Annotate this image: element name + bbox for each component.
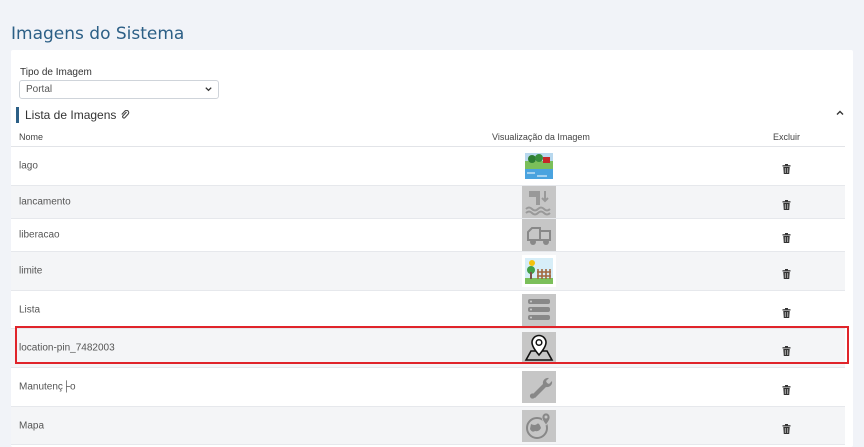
table-row: location-pin_7482003 (11, 329, 845, 368)
table-row: limite (11, 252, 845, 291)
image-name: location-pin_7482003 (19, 342, 115, 354)
table-body: lago lancamento liberacao limite Lista locati… (11, 147, 845, 445)
image-type-label: Tipo de Imagem (20, 67, 92, 78)
water-drain-icon (522, 186, 556, 218)
column-preview: Visualização da Imagem (492, 132, 590, 142)
trash-icon[interactable] (782, 266, 791, 279)
trash-icon[interactable] (782, 305, 791, 318)
image-type-selected: Portal (26, 84, 53, 95)
list-icon (522, 293, 556, 326)
column-name: Nome (19, 132, 44, 142)
truck-icon (522, 219, 556, 251)
fence-icon (522, 255, 556, 287)
image-name: liberacao (19, 229, 60, 241)
image-name: lancamento (19, 196, 71, 208)
table-row: lancamento (11, 186, 845, 219)
table-row: lago (11, 147, 845, 186)
image-name: Manutenç├o (19, 381, 76, 393)
trash-icon[interactable] (782, 382, 791, 395)
table-row: liberacao (11, 219, 845, 252)
globe-pin-icon (522, 409, 556, 442)
trash-icon[interactable] (782, 230, 791, 243)
table-row: Manutenç├o (11, 368, 845, 407)
image-name: lago (19, 160, 38, 172)
paperclip-icon (121, 109, 129, 119)
table-row: Lista (11, 291, 845, 329)
wrench-icon (522, 371, 556, 403)
section-title: Lista de Imagens (16, 107, 130, 123)
image-name: Lista (19, 304, 41, 315)
trash-icon[interactable] (782, 197, 791, 210)
page-title: Imagens do Sistema (11, 24, 185, 44)
table-row: Mapa (11, 407, 845, 445)
image-type-select[interactable]: Portal (19, 80, 219, 99)
images-card: Tipo de Imagem Portal Lista de Imagens N… (11, 50, 853, 447)
lake-icon (522, 150, 556, 182)
column-delete: Excluir (773, 132, 801, 142)
image-name: limite (19, 265, 43, 277)
image-name: Mapa (19, 420, 45, 431)
location-pin-map-icon (522, 332, 556, 364)
table-header: Nome Visualização da Imagem Excluir (11, 128, 845, 147)
chevron-down-icon (205, 87, 212, 92)
trash-icon[interactable] (782, 421, 791, 434)
trash-icon[interactable] (782, 161, 791, 174)
trash-icon[interactable] (782, 343, 791, 356)
chevron-up-icon[interactable] (835, 108, 845, 118)
images-table: Nome Visualização da Imagem Excluir lago… (11, 128, 845, 445)
